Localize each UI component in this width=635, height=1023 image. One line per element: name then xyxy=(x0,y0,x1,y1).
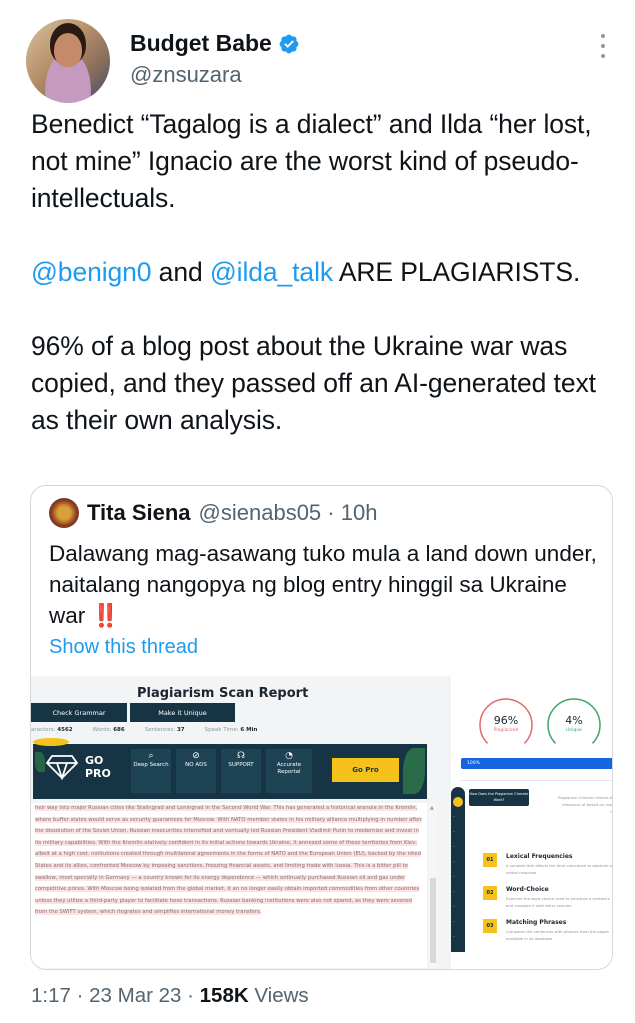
more-vertical-icon[interactable] xyxy=(600,34,606,58)
pie-chart-icon: ◔ xyxy=(285,751,293,761)
tweet-meta: 1:17 · 23 Mar 23 · 158K Views xyxy=(31,984,309,1008)
report-title: Plagiarism Scan Report xyxy=(137,686,309,701)
logo-text: GO xyxy=(85,754,104,767)
plagiarized-gauge: 96% Plagiarized xyxy=(477,696,535,754)
diamond-icon xyxy=(45,755,79,780)
author-handle[interactable]: @znsuzara xyxy=(130,62,242,88)
scan-progress-bar: 100% xyxy=(461,758,612,769)
views-count: 158K xyxy=(199,984,249,1007)
author-name-row: Budget Babe xyxy=(130,30,300,57)
quoted-author-name: Tita Siena xyxy=(87,500,191,525)
scanned-text: heir way into major Russian cities like … xyxy=(31,803,427,968)
quoted-text-body: Dalawang mag-asawang tuko mula a land do… xyxy=(49,541,597,628)
stat-words: Words: 686 xyxy=(92,727,125,733)
tweet-paragraph-3: 96% of a blog post about the Ukraine war… xyxy=(31,331,596,435)
decor-leaf xyxy=(35,752,45,772)
text-fragment: and xyxy=(151,257,210,287)
mention-link[interactable]: @benign0 xyxy=(31,257,152,287)
report-stats: aracters: 4562 Words: 686 Sentences: 37 … xyxy=(31,727,257,733)
show-thread-link[interactable]: Show this thread xyxy=(49,636,198,659)
separator: · xyxy=(70,984,90,1007)
double-exclamation-icon: ‼️ xyxy=(91,603,120,628)
go-pro-button: Go Pro xyxy=(332,758,399,782)
quoted-author-avatar xyxy=(49,498,79,528)
no-ads-icon: ⊘ xyxy=(192,751,200,761)
highlighted-text: heir way into major Russian cities like … xyxy=(35,805,422,916)
report-right-pane: 96% Plagiarized 4% Unique 100% • • • • • • • • •… xyxy=(451,676,612,969)
views-label: Views xyxy=(248,984,309,1007)
check-grammar-button: Check Grammar xyxy=(31,703,127,722)
go-pro-logo: GO PRO xyxy=(45,754,111,780)
separator: · xyxy=(181,984,200,1007)
quoted-time: 10h xyxy=(340,500,378,525)
tweet-header: Budget Babe @znsuzara xyxy=(26,16,616,104)
feature-no-ads: ⊘ NO ADS xyxy=(176,749,216,793)
sidebar-marker: • xyxy=(453,815,456,819)
plagiarized-label: Plagiarized xyxy=(493,728,519,733)
handle-text: @sienabs05 xyxy=(198,500,322,525)
stat-sentences: Sentences: 37 xyxy=(144,727,185,733)
logo-text: PRO xyxy=(85,767,111,780)
search-icon: ⌕ xyxy=(148,751,154,761)
stat-speak-time: Speak Time: 6 Min xyxy=(204,727,258,733)
quoted-author-handle: @sienabs05 · 10h xyxy=(199,500,378,526)
sidebar-marker: • xyxy=(453,830,456,834)
separator: · xyxy=(321,500,341,525)
headset-icon: ☊ xyxy=(237,751,245,761)
sidebar-marker: • xyxy=(453,920,456,924)
sidebar-marker: • xyxy=(453,890,456,894)
text-fragment: ARE PLAGIARISTS. xyxy=(333,257,581,287)
quoted-tweet-header: Tita Siena @sienabs05 · 10h xyxy=(49,498,377,528)
scrollbar-thumb xyxy=(430,878,436,963)
tweet-paragraph-1: Benedict “Tagalog is a dialect” and Ilda… xyxy=(31,109,592,213)
tweet-date[interactable]: 23 Mar 23 xyxy=(89,984,181,1007)
sidebar-marker: • xyxy=(453,845,456,849)
feature-deep-search: ⌕ Deep Search xyxy=(131,749,171,793)
mention-link[interactable]: @ilda_talk xyxy=(210,257,333,287)
feature-accurate-report: ◔ Accurate Reportal xyxy=(266,749,312,793)
tweet-paragraph-2: @benign0 and @ilda_talk ARE PLAGIARISTS. xyxy=(31,254,621,291)
progress-fill: 100% xyxy=(461,758,612,769)
stat-characters: aracters: 4562 xyxy=(31,727,73,733)
sidebar-marker: • xyxy=(453,935,456,939)
go-pro-banner: GO PRO ⌕ Deep Search ⊘ NO ADS ☊ SUPPORT ◔ Acc… xyxy=(33,738,427,799)
tweet-time[interactable]: 1:17 xyxy=(31,984,71,1007)
intro-text: Plagiarism Checker checks the relevance … xyxy=(557,795,612,814)
report-left-pane: Plagiarism Scan Report Check Grammar Mak… xyxy=(31,676,449,969)
unique-gauge: 4% Unique xyxy=(545,696,603,754)
tweet-text: Benedict “Tagalog is a dialect” and Ilda… xyxy=(31,106,621,476)
plagiarism-report-screenshot: Plagiarism Scan Report Check Grammar Mak… xyxy=(31,676,612,969)
verified-badge-icon xyxy=(279,34,299,53)
divider xyxy=(461,780,612,781)
lightbulb-icon xyxy=(453,797,463,807)
quoted-tweet-text: Dalawang mag-asawang tuko mula a land do… xyxy=(49,538,599,631)
scroll-up-icon: ▲ xyxy=(430,805,434,811)
unique-value: 4% xyxy=(565,714,583,727)
quoted-tweet[interactable]: Tita Siena @sienabs05 · 10h Dalawang mag… xyxy=(30,485,613,970)
sidebar-marker: • xyxy=(453,860,456,864)
sidebar-marker: • xyxy=(453,875,456,879)
make-unique-button: Make it Unique xyxy=(130,703,235,722)
decor-sun xyxy=(33,738,69,746)
author-display-name[interactable]: Budget Babe xyxy=(130,30,272,57)
unique-label: Unique xyxy=(566,728,582,733)
feature-support: ☊ SUPPORT xyxy=(221,749,261,793)
report-sidebar: • • • • • • • • • xyxy=(451,787,465,952)
author-avatar[interactable] xyxy=(26,19,110,103)
text-scrollbar: ▲ xyxy=(429,803,437,968)
decor-leaf xyxy=(403,748,425,794)
plagiarized-value: 96% xyxy=(493,714,519,727)
how-it-works-tooltip: How Does the Plagiarism Checker Work? xyxy=(469,789,529,806)
sidebar-marker: • xyxy=(453,905,456,909)
